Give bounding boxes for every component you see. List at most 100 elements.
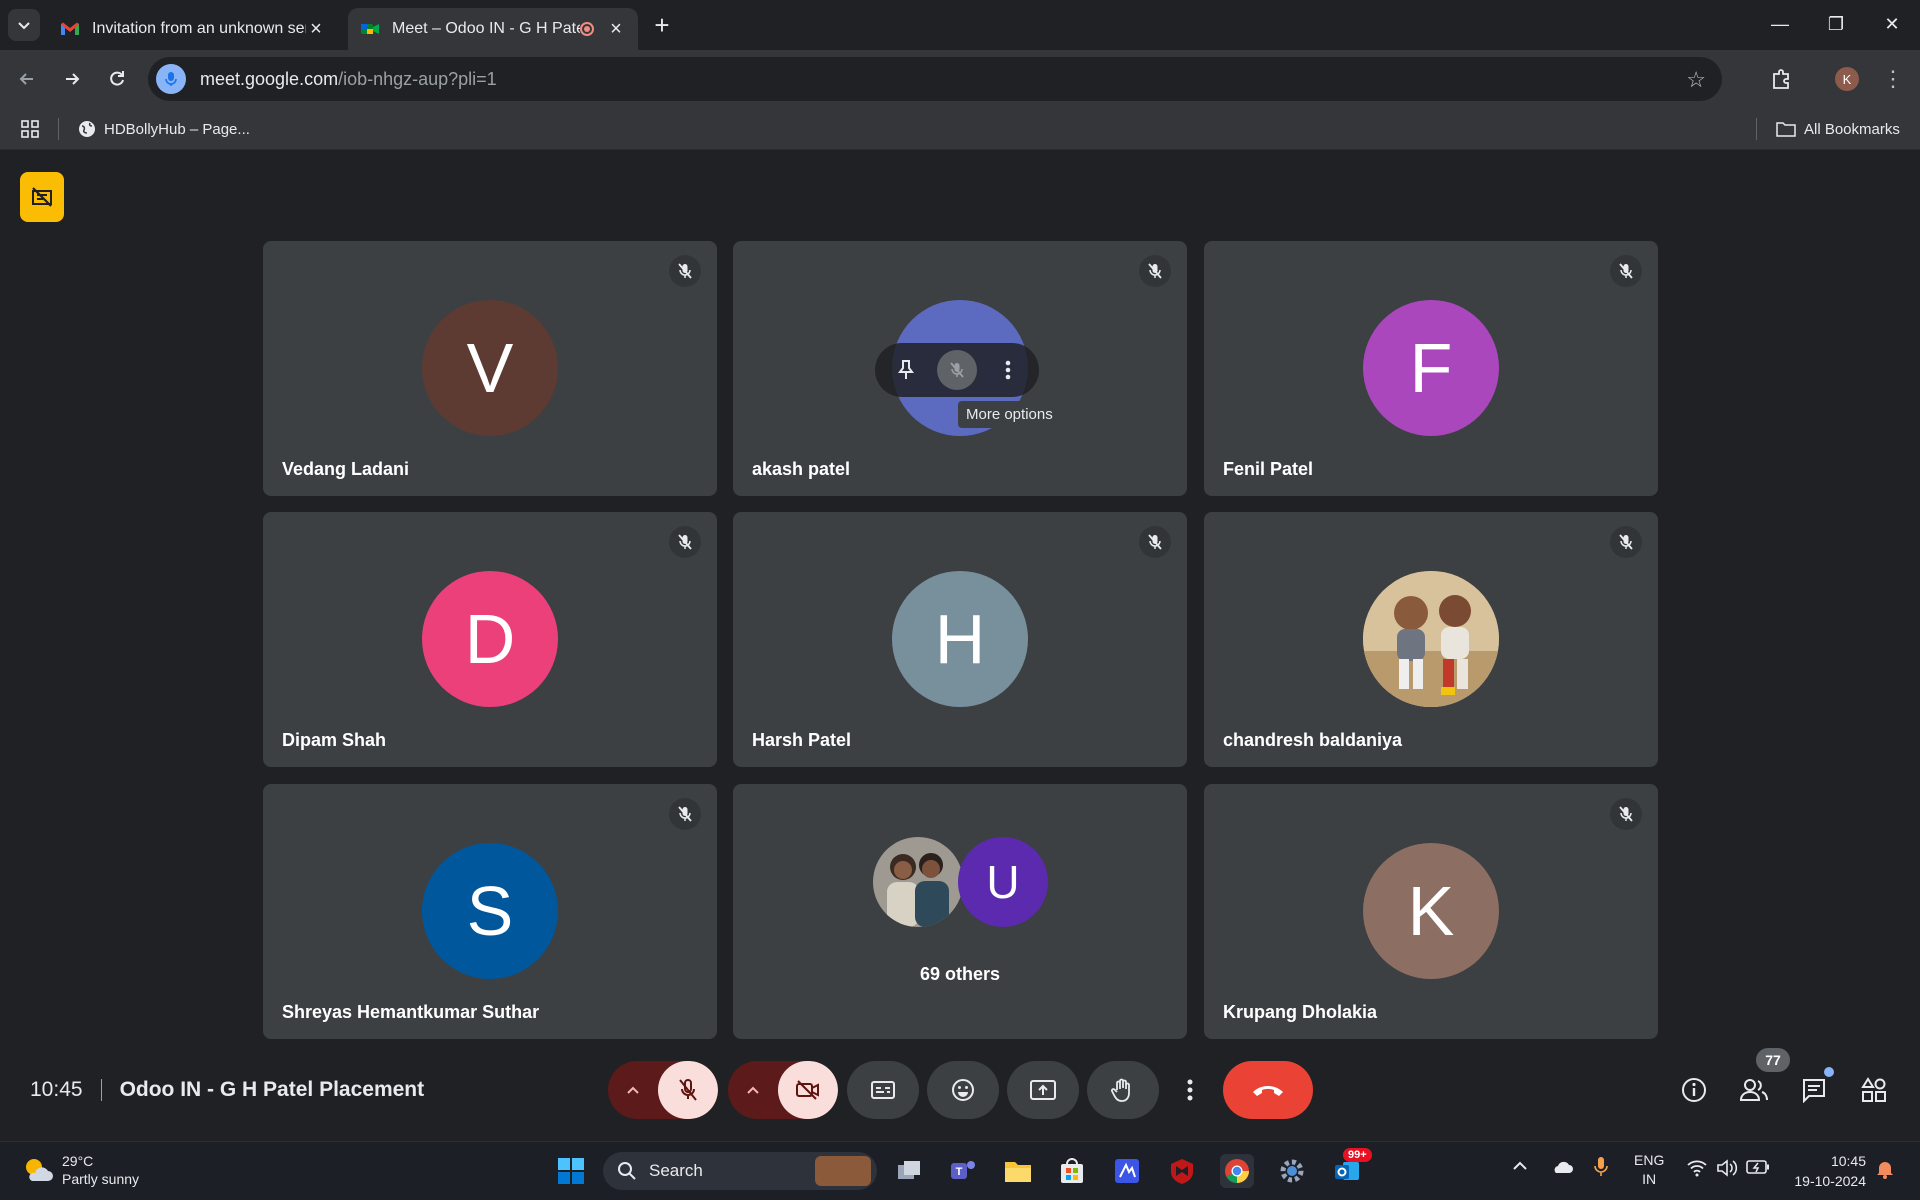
volume-icon[interactable] <box>1716 1159 1738 1180</box>
mute-participant-icon[interactable] <box>936 350 977 390</box>
start-button[interactable] <box>554 1154 588 1188</box>
close-tab-icon[interactable]: × <box>306 18 326 41</box>
mic-off-icon <box>669 255 701 287</box>
avatar: S <box>422 843 558 979</box>
people-button[interactable] <box>1730 1066 1778 1114</box>
tab-meet[interactable]: Meet – Odoo IN - G H Patel Placement × <box>348 8 638 50</box>
unread-dot <box>1824 1067 1834 1077</box>
bookmark-divider <box>1756 118 1757 140</box>
mic-off-icon <box>669 526 701 558</box>
weather-widget[interactable]: 29°C Partly sunny <box>22 1152 139 1188</box>
wifi-icon[interactable] <box>1686 1159 1708 1180</box>
url-text: meet.google.com/iob-nhgz-aup?pli=1 <box>200 68 497 89</box>
participant-tile[interactable]: S Shreyas Hemantkumar Suthar <box>263 784 717 1039</box>
camera-off-icon <box>796 1080 819 1100</box>
settings-gear-icon[interactable] <box>1275 1154 1309 1188</box>
new-tab-button[interactable]: + <box>650 10 674 40</box>
meet-stage: V Vedang Ladani More options akash patel… <box>0 151 1920 1141</box>
language-indicator[interactable]: ENG IN <box>1634 1151 1664 1189</box>
task-view-icon[interactable] <box>892 1154 926 1188</box>
taskbar-search[interactable]: Search <box>603 1152 877 1190</box>
notification-badge: 99+ <box>1343 1148 1372 1162</box>
taskbar-clock[interactable]: 10:45 19-10-2024 <box>1794 1151 1866 1191</box>
activities-icon <box>1861 1077 1886 1102</box>
raise-hand-button[interactable] <box>1087 1061 1159 1119</box>
captions-button[interactable] <box>847 1061 919 1119</box>
notification-bell-icon[interactable] <box>1876 1159 1894 1182</box>
bookmark-item[interactable]: HDBollyHub – Page... <box>78 116 250 142</box>
editor-app-icon[interactable] <box>1110 1154 1144 1188</box>
participant-tile[interactable]: H Harsh Patel <box>733 512 1187 767</box>
others-tile[interactable]: U 69 others <box>733 784 1187 1039</box>
no-video-warning-icon[interactable] <box>20 172 64 222</box>
svg-text:T: T <box>956 1166 963 1178</box>
chrome-icon[interactable] <box>1220 1154 1254 1188</box>
people-icon <box>1739 1079 1768 1101</box>
hang-up-icon <box>1253 1086 1283 1096</box>
avatar-photo <box>1363 571 1499 707</box>
meeting-info: 10:45 Odoo IN - G H Patel Placement <box>30 1078 424 1102</box>
restore-icon[interactable]: ❐ <box>1808 0 1864 48</box>
window-controls: — ❐ ✕ <box>1752 0 1920 48</box>
mic-off-icon <box>1610 255 1642 287</box>
mic-toggle-button[interactable] <box>658 1061 718 1119</box>
tab-gmail[interactable]: Invitation from an unknown sender × <box>48 8 338 50</box>
reactions-button[interactable] <box>927 1061 999 1119</box>
participant-tile[interactable]: V Vedang Ladani <box>263 241 717 496</box>
audio-options-button[interactable] <box>608 1061 658 1119</box>
minimize-icon[interactable]: — <box>1752 0 1808 48</box>
more-options-icon[interactable] <box>988 350 1028 390</box>
profile-avatar[interactable]: K <box>1832 64 1862 94</box>
participant-tile[interactable]: K Krupang Dholakia <box>1204 784 1658 1039</box>
participant-tile[interactable]: chandresh baldaniya <box>1204 512 1658 767</box>
address-bar[interactable]: meet.google.com/iob-nhgz-aup?pli=1 ☆ <box>148 57 1722 101</box>
battery-icon[interactable] <box>1746 1160 1770 1177</box>
pin-icon[interactable] <box>886 350 926 390</box>
apps-grid-icon[interactable] <box>20 116 40 142</box>
clock-date: 19-10-2024 <box>1794 1173 1866 1189</box>
camera-toggle-button[interactable] <box>778 1061 838 1119</box>
close-tab-icon[interactable]: × <box>606 18 626 41</box>
all-bookmarks-button[interactable]: All Bookmarks <box>1776 116 1900 142</box>
forward-button[interactable] <box>57 64 87 94</box>
video-options-button[interactable] <box>728 1061 778 1119</box>
meeting-title: Odoo IN - G H Patel Placement <box>119 1078 425 1101</box>
weather-desc: Partly sunny <box>62 1171 140 1187</box>
menu-kebab-icon[interactable]: ⋮ <box>1878 64 1908 94</box>
back-button[interactable] <box>12 64 42 94</box>
tab-title: Meet – Odoo IN - G H Patel Placement <box>392 20 580 37</box>
chevron-up-icon[interactable] <box>1512 1158 1528 1174</box>
microphone-in-use-icon[interactable] <box>1593 1156 1609 1181</box>
teams-icon[interactable]: T <box>946 1154 980 1188</box>
activities-button[interactable] <box>1850 1066 1898 1114</box>
leave-call-button[interactable] <box>1223 1061 1313 1119</box>
participant-tile[interactable]: D Dipam Shah <box>263 512 717 767</box>
participant-tile[interactable]: F Fenil Patel <box>1204 241 1658 496</box>
participant-name: Dipam Shah <box>282 730 387 750</box>
search-label: Search <box>649 1161 703 1180</box>
avatar: F <box>1363 300 1499 436</box>
onedrive-cloud-icon[interactable] <box>1551 1160 1573 1177</box>
mcafee-icon[interactable] <box>1165 1154 1199 1188</box>
microsoft-store-icon[interactable] <box>1055 1154 1089 1188</box>
file-explorer-icon[interactable] <box>1001 1154 1035 1188</box>
mic-off-icon <box>1610 798 1642 830</box>
participant-tile[interactable]: More options akash patel <box>733 241 1187 496</box>
tab-search-button[interactable] <box>8 9 40 41</box>
microphone-active-icon[interactable] <box>156 64 186 94</box>
mic-off-icon <box>1139 526 1171 558</box>
avatar: U <box>958 837 1048 927</box>
present-screen-button[interactable] <box>1007 1061 1079 1119</box>
windows-taskbar: 29°C Partly sunny Search T 99+ ENG IN 10… <box>0 1141 1920 1200</box>
participant-name: Harsh Patel <box>752 730 852 750</box>
extensions-icon[interactable] <box>1766 64 1796 94</box>
meeting-details-button[interactable] <box>1670 1066 1718 1114</box>
more-options-button[interactable] <box>1170 1061 1210 1119</box>
avatar: V <box>422 300 558 436</box>
close-window-icon[interactable]: ✕ <box>1864 0 1920 48</box>
present-screen-icon <box>1030 1080 1056 1100</box>
reload-button[interactable] <box>102 64 132 94</box>
emoji-icon <box>952 1079 974 1101</box>
bookmark-star-icon[interactable]: ☆ <box>1686 67 1706 93</box>
raise-hand-icon <box>1111 1078 1130 1102</box>
